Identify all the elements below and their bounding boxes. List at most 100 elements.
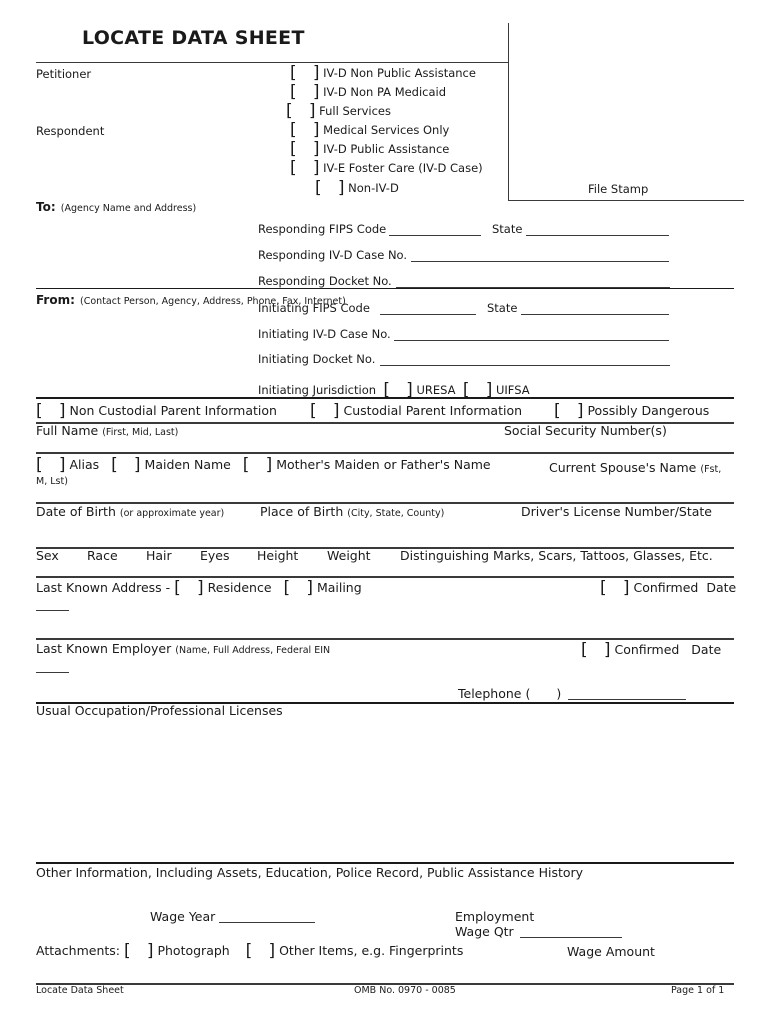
party-custodial[interactable]: [ ] Custodial Parent Information [310, 401, 522, 421]
checkbox-bracket[interactable]: [ ] [290, 120, 319, 140]
descriptor-weight: Weight [327, 548, 371, 563]
attachments-label: Attachments: [36, 943, 121, 958]
wage-qtr-field[interactable] [520, 937, 622, 938]
residence-label: Residence [207, 580, 272, 595]
checkbox-address-confirmed[interactable]: [ ] [600, 578, 629, 598]
employer-hint: (Name, Full Address, Federal EIN [175, 645, 331, 656]
full-name-label: Full Name [36, 423, 99, 438]
case-type-iv-d-pa[interactable]: [ ] IV-D Public Assistance [290, 139, 449, 159]
spouse-hint-continued: M, Lst) [36, 476, 68, 487]
name-divider [36, 452, 734, 454]
checkbox-bracket[interactable]: [ ] [310, 401, 339, 421]
wage-year-field[interactable] [219, 922, 315, 923]
employer-label-group: Last Known Employer (Name, Full Address,… [36, 641, 330, 656]
address-confirmed-label: Confirmed [633, 580, 699, 595]
case-type-iv-d-non-pa-medicaid[interactable]: [ ] IV-D Non PA Medicaid [290, 82, 446, 102]
responding-state-label: State [492, 222, 523, 236]
checkbox-photograph[interactable]: [ ] [124, 941, 153, 961]
checkbox-residence[interactable]: [ ] [174, 578, 203, 598]
checkbox-mailing[interactable]: [ ] [283, 578, 312, 598]
file-stamp-label: File Stamp [588, 182, 649, 196]
address-date-field[interactable] [36, 610, 69, 611]
mailing-label: Mailing [316, 580, 362, 595]
to-label-group: To: (Agency Name and Address) [36, 200, 197, 214]
checkbox-maiden-name[interactable]: [ ] [111, 455, 140, 475]
checkbox-bracket[interactable]: [ ] [290, 82, 319, 102]
page-title: LOCATE DATA SHEET [82, 27, 305, 49]
case-type-iv-d-non-pa[interactable]: [ ] IV-D Non Public Assistance [290, 63, 476, 83]
initiating-state-label: State [487, 301, 518, 315]
initiating-jurisdiction-label: Initiating Jurisdiction [258, 383, 377, 397]
photograph-label: Photograph [157, 943, 230, 958]
full-name-hint: (First, Mid, Last) [102, 427, 179, 438]
checkbox-bracket[interactable]: [ ] [290, 63, 319, 83]
case-type-full-services[interactable]: [ ] Full Services [286, 101, 391, 121]
case-type-non-iv-d[interactable]: [ ] Non-IV-D [315, 178, 399, 198]
initiating-case-no-label: Initiating IV-D Case No. [258, 327, 391, 341]
telephone-close-paren: ) [556, 686, 562, 701]
attachments-row: Attachments: [ ] Photograph [ ] Other It… [36, 941, 463, 961]
descriptor-eyes: Eyes [200, 548, 230, 563]
employer-confirmed-row: [ ] Confirmed Date [581, 640, 721, 660]
parent-maiden-label: Mother's Maiden or Father's Name [276, 457, 491, 472]
case-type-label: IV-D Non PA Medicaid [323, 85, 447, 99]
initiating-docket-field[interactable] [380, 365, 670, 366]
checkbox-bracket[interactable]: [ ] [36, 401, 65, 421]
initiating-state-field[interactable] [521, 314, 669, 315]
checkbox-bracket[interactable]: [ ] [554, 401, 583, 421]
spouse-label-group: Current Spouse's Name (Fst, [549, 460, 721, 475]
initiating-fips-field[interactable] [380, 314, 476, 315]
other-info-label: Other Information, Including Assets, Edu… [36, 865, 584, 880]
case-type-medical-only[interactable]: [ ] Medical Services Only [290, 120, 449, 140]
address-date-label: Date [706, 580, 737, 595]
responding-fips-label: Responding FIPS Code [258, 222, 387, 236]
checkbox-bracket[interactable]: [ ] [286, 101, 315, 121]
descriptor-sex: Sex [36, 548, 59, 563]
dob-label: Date of Birth [36, 504, 116, 519]
responding-state-field[interactable] [526, 235, 669, 236]
dob-hint: (or approximate year) [119, 508, 225, 519]
case-type-label: IV-D Non Public Assistance [323, 66, 476, 80]
initiating-case-no-field[interactable] [394, 340, 669, 341]
checkbox-bracket[interactable]: [ ] [290, 158, 319, 178]
telephone-row: Telephone ( ) [458, 686, 561, 701]
footer-page-number: Page 1 of 1 [671, 985, 725, 996]
wage-year-label: Wage Year [150, 909, 216, 924]
descriptor-marks: Distinguishing Marks, Scars, Tattoos, Gl… [400, 548, 713, 563]
checkbox-bracket[interactable]: [ ] [290, 139, 319, 159]
case-type-label: IV-E Foster Care (IV-D Case) [323, 161, 483, 175]
employment-label: Employment [455, 909, 535, 924]
wage-qtr-label: Wage Qtr [455, 924, 514, 939]
responding-case-no-label: Responding IV-D Case No. [258, 248, 408, 262]
petitioner-label: Petitioner [36, 67, 92, 81]
party-non-custodial[interactable]: [ ] Non Custodial Parent Information [36, 401, 277, 421]
checkbox-employer-confirmed[interactable]: [ ] [581, 640, 610, 660]
footer-omb-number: OMB No. 0970 - 0085 [354, 985, 456, 996]
checkbox-alias[interactable]: [ ] [36, 455, 65, 475]
employer-date-field[interactable] [36, 672, 69, 673]
to-label: To [36, 200, 51, 214]
responding-case-no-field[interactable] [411, 261, 669, 262]
responding-fips-field[interactable] [389, 235, 481, 236]
case-type-iv-e-foster[interactable]: [ ] IV-E Foster Care (IV-D Case) [290, 158, 483, 178]
pob-label-group: Place of Birth (City, State, County) [260, 504, 444, 519]
pob-hint: (City, State, County) [347, 508, 445, 519]
respondent-label: Respondent [36, 124, 105, 138]
from-label: From [36, 293, 71, 307]
occupation-field[interactable] [36, 720, 734, 860]
other-info-divider [36, 862, 734, 864]
other-items-label: Other Items, e.g. Fingerprints [279, 943, 464, 958]
descriptor-hair: Hair [146, 548, 172, 563]
address-row: Last Known Address - [ ] Residence [ ] M… [36, 578, 362, 598]
case-type-label: Medical Services Only [323, 123, 450, 137]
footer-form-name: Locate Data Sheet [36, 985, 124, 996]
checkbox-other-items[interactable]: [ ] [246, 941, 275, 961]
checkbox-parent-maiden[interactable]: [ ] [243, 455, 272, 475]
case-type-label: Non-IV-D [348, 181, 399, 195]
initiating-docket-label: Initiating Docket No. [258, 352, 376, 366]
checkbox-bracket[interactable]: [ ] [315, 178, 344, 198]
uifsa-label: UIFSA [495, 383, 530, 397]
telephone-field[interactable] [568, 699, 686, 700]
party-possibly-dangerous[interactable]: [ ] Possibly Dangerous [554, 401, 709, 421]
full-name-label-group: Full Name (First, Mid, Last) [36, 423, 178, 438]
